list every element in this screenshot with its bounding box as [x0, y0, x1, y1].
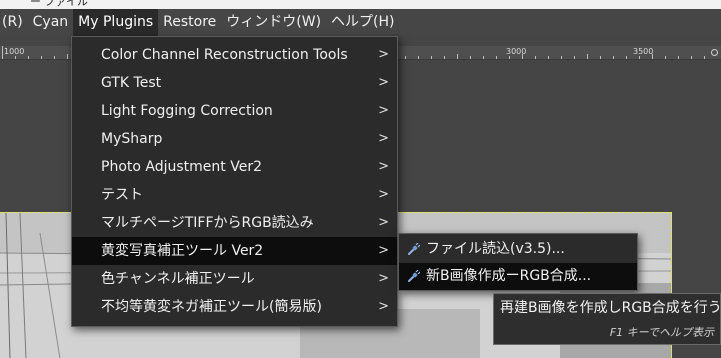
menu-help[interactable]: ヘルプ(H)	[326, 9, 399, 36]
menu-item-multipage-tiff[interactable]: マルチページTIFFからRGB読込み >	[72, 209, 397, 237]
ruler-tick	[535, 56, 536, 59]
submenu-arrow-icon: >	[378, 159, 389, 174]
submenu-arrow-icon: >	[378, 215, 389, 230]
my-plugins-menu: Color Channel Reconstruction Tools > GTK…	[71, 36, 398, 327]
ruler-label: 3000	[506, 47, 527, 56]
menu-item-light-fogging[interactable]: Light Fogging Correction >	[72, 97, 397, 125]
menu-item-label: テスト	[101, 187, 143, 203]
ruler-tick	[691, 56, 692, 59]
ruler-tick	[15, 56, 16, 59]
menu-cyan[interactable]: Cyan	[28, 9, 74, 36]
ruler-tick	[470, 56, 471, 59]
ruler-tick	[548, 56, 549, 59]
menu-item-color-channel-correction[interactable]: 色チャンネル補正ツール >	[72, 265, 397, 293]
submenu-arrow-icon: >	[378, 271, 389, 286]
ruler-tick	[652, 54, 653, 59]
menu-window[interactable]: ウィンドウ(W)	[221, 9, 326, 36]
menu-item-label: GTK Test	[101, 75, 162, 91]
plugin-icon	[408, 270, 420, 282]
ruler-label: 1000	[4, 47, 25, 56]
ruler-tick	[613, 56, 614, 59]
menu-item-label: Photo Adjustment Ver2	[101, 159, 262, 175]
submenu-item-create-new-b-rgb[interactable]: 新B画像作成ーRGB合成...	[399, 263, 637, 290]
menu-item-uneven-yellowed-negative[interactable]: 不均等黄変ネガ補正ツール(簡易版) >	[72, 293, 397, 321]
ruler-tick	[2, 46, 3, 59]
menu-item-label: MySharp	[101, 131, 163, 147]
menu-restore[interactable]: Restore	[158, 9, 221, 36]
menu-item-label: 黄変写真補正ツール Ver2	[101, 243, 264, 259]
menu-my-plugins[interactable]: My Plugins	[73, 9, 159, 36]
submenu-item-label: 新B画像作成ーRGB合成...	[426, 268, 592, 284]
submenu-arrow-icon: >	[378, 131, 389, 146]
ruler-tick	[444, 56, 445, 59]
submenu-arrow-icon: >	[378, 187, 389, 202]
submenu-arrow-icon: >	[378, 47, 389, 62]
ruler-tick	[678, 56, 679, 59]
window-title-strip: ー ファイル	[0, 0, 721, 9]
ruler-tick	[67, 54, 68, 59]
ruler-tick	[600, 56, 601, 59]
tooltip-help-hint: F1 キーでヘルプ表示	[609, 326, 714, 339]
ruler-tick	[405, 56, 406, 59]
tooltip: 再建B画像を作成しRGB合成を行う F1 キーでヘルプ表示	[493, 293, 721, 345]
submenu-item-load-file[interactable]: ファイル読込(v3.5)...	[399, 236, 637, 263]
ruler-tick	[496, 56, 497, 59]
ruler-tick	[457, 54, 458, 59]
submenu-item-label: ファイル読込(v3.5)...	[426, 241, 565, 257]
ruler-tick	[483, 56, 484, 59]
window-title: ー ファイル	[30, 0, 89, 8]
ruler-tick	[431, 56, 432, 59]
ruler-tick	[574, 56, 575, 59]
ruler-tick	[639, 56, 640, 59]
menu-item-label: マルチページTIFFからRGB読込み	[101, 215, 314, 231]
ruler-tick	[704, 56, 705, 59]
ruler-tick	[54, 56, 55, 59]
menu-bar: (R) Cyan My Plugins Restore ウィンドウ(W) ヘルプ…	[0, 9, 721, 36]
ruler-tick	[626, 56, 627, 59]
menu-item-label: Light Fogging Correction	[101, 103, 273, 119]
menu-item-label: 色チャンネル補正ツール	[101, 271, 255, 287]
menu-item-mysharp[interactable]: MySharp >	[72, 125, 397, 153]
submenu-arrow-icon: >	[378, 243, 389, 258]
ruler-label: 3500	[633, 47, 654, 56]
ruler-tick	[561, 56, 562, 59]
yellowed-photo-submenu: ファイル読込(v3.5)... 新B画像作成ーRGB合成...	[398, 233, 638, 291]
plugin-icon	[408, 243, 420, 255]
tooltip-text: 再建B画像を作成しRGB合成を行う	[500, 300, 721, 316]
ruler-origin-icon	[711, 49, 718, 56]
submenu-arrow-icon: >	[378, 103, 389, 118]
menu-item-color-channel-reconstruction[interactable]: Color Channel Reconstruction Tools >	[72, 41, 397, 69]
menu-item-gtk-test[interactable]: GTK Test >	[72, 69, 397, 97]
menu-item-yellowed-photo-correction[interactable]: 黄変写真補正ツール Ver2 >	[72, 237, 397, 265]
submenu-arrow-icon: >	[378, 299, 389, 314]
menu-r[interactable]: (R)	[0, 9, 28, 36]
menu-item-label: 不均等黄変ネガ補正ツール(簡易版)	[101, 299, 322, 315]
ruler-tick	[28, 56, 29, 59]
menu-item-label: Color Channel Reconstruction Tools	[101, 47, 348, 63]
submenu-arrow-icon: >	[378, 75, 389, 90]
menu-item-test[interactable]: テスト >	[72, 181, 397, 209]
ruler-tick	[41, 56, 42, 59]
ruler-tick	[509, 56, 510, 59]
ruler-tick	[665, 56, 666, 59]
ruler-tick	[587, 54, 588, 59]
menu-item-photo-adjustment[interactable]: Photo Adjustment Ver2 >	[72, 153, 397, 181]
ruler-tick	[522, 54, 523, 59]
ruler-tick	[418, 56, 419, 59]
